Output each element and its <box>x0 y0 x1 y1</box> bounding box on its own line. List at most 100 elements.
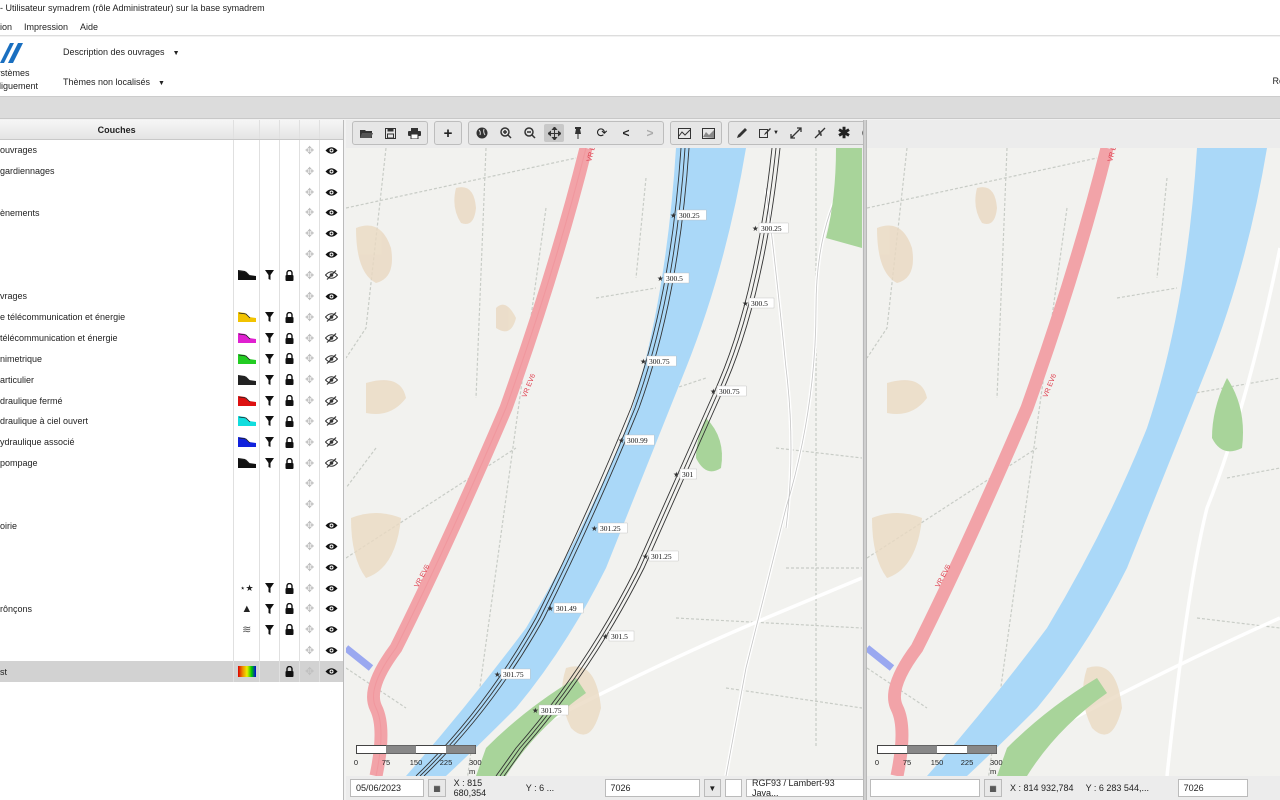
map-canvas-right[interactable]: VR EV6 VR EV6 VR EV6 0 75 150 225 300 m <box>867 148 1280 776</box>
pk-marker-icon[interactable]: ★ <box>532 706 539 715</box>
lock-icon[interactable] <box>279 619 299 641</box>
eye-icon[interactable] <box>319 577 343 599</box>
pk-marker-icon[interactable]: ★ <box>670 211 677 220</box>
epsg-select[interactable]: 7026 <box>604 779 700 797</box>
select-move-icon[interactable]: ✥ <box>299 285 319 307</box>
eye-slash-icon[interactable] <box>319 306 343 328</box>
filter-icon[interactable] <box>259 431 279 453</box>
lock-icon[interactable] <box>279 598 299 620</box>
eye-icon[interactable] <box>319 160 343 182</box>
filter-icon[interactable] <box>259 369 279 391</box>
filter-icon[interactable] <box>259 598 279 620</box>
pk-marker-icon[interactable]: ★ <box>602 632 609 641</box>
select-move-icon[interactable]: ✥ <box>299 348 319 370</box>
epsg-select[interactable]: 7026 <box>1177 779 1248 797</box>
eye-icon[interactable] <box>319 640 343 662</box>
select-move-icon[interactable]: ✥ <box>299 265 319 286</box>
pk-marker-icon[interactable]: ★ <box>742 299 749 308</box>
eye-slash-icon[interactable] <box>319 452 343 474</box>
shrink-icon[interactable] <box>810 124 830 142</box>
select-move-icon[interactable]: ✥ <box>299 556 319 578</box>
save-icon[interactable] <box>380 124 400 142</box>
chevron-down-icon[interactable]: ▼ <box>703 779 721 797</box>
layer-row[interactable]: articulier ✥ <box>0 369 343 391</box>
pk-marker-icon[interactable]: ★ <box>547 604 554 613</box>
layer-row[interactable]: ✥ <box>0 265 343 286</box>
pk-marker-icon[interactable]: ★ <box>642 552 649 561</box>
filter-icon[interactable] <box>259 452 279 474</box>
select-move-icon[interactable]: ✥ <box>299 202 319 224</box>
eye-icon[interactable] <box>319 140 343 161</box>
themes-non-localises-dropdown[interactable]: Thèmes non localisés ▼ <box>63 77 165 87</box>
eye-icon[interactable] <box>319 181 343 203</box>
zoom-in-icon[interactable] <box>496 124 516 142</box>
layer-row[interactable]: ✥ <box>0 556 343 578</box>
eye-icon[interactable] <box>319 202 343 224</box>
eye-slash-icon[interactable] <box>319 410 343 432</box>
select-move-icon[interactable]: ✥ <box>299 181 319 203</box>
layer-row[interactable]: ⋆★ ✥ <box>0 577 343 599</box>
eye-icon[interactable] <box>319 244 343 266</box>
layer-row[interactable]: ✥ <box>0 473 343 495</box>
asterisk-icon[interactable]: ✱ <box>834 124 854 142</box>
pk-marker-icon[interactable]: ★ <box>640 357 647 366</box>
select-move-icon[interactable]: ✥ <box>299 410 319 432</box>
menu-item-aide[interactable]: Aide <box>80 22 98 35</box>
forward-icon[interactable]: > <box>640 124 660 142</box>
select-move-icon[interactable]: ✥ <box>299 515 319 537</box>
eye-slash-icon[interactable] <box>319 265 343 286</box>
zoom-out-icon[interactable] <box>520 124 540 142</box>
filter-icon[interactable] <box>259 577 279 599</box>
lock-icon[interactable] <box>279 577 299 599</box>
layer-row[interactable]: télécommunication et énergie ✥ <box>0 327 343 349</box>
layer-row[interactable]: ydraulique associé ✥ <box>0 431 343 453</box>
eye-icon[interactable] <box>319 556 343 578</box>
open-folder-icon[interactable] <box>356 124 376 142</box>
pin-icon[interactable] <box>568 124 588 142</box>
filter-icon[interactable] <box>259 265 279 286</box>
layer-row[interactable]: vrages ✥ <box>0 285 343 307</box>
select-move-icon[interactable]: ✥ <box>299 160 319 182</box>
date-field[interactable]: 05/06/2023 <box>350 779 425 797</box>
pencil-icon[interactable] <box>732 124 752 142</box>
print-icon[interactable] <box>404 124 424 142</box>
layer-row[interactable]: ouvrages ✥ <box>0 140 343 161</box>
layer-row[interactable]: nimetrique ✥ <box>0 348 343 370</box>
eye-slash-icon[interactable] <box>319 348 343 370</box>
edit-menu-icon[interactable]: ▼ <box>756 124 782 142</box>
layer-row[interactable]: draulique fermé ✥ <box>0 390 343 411</box>
filter-icon[interactable] <box>259 327 279 349</box>
eye-icon[interactable] <box>319 619 343 641</box>
eye-icon[interactable] <box>319 598 343 620</box>
layer-row[interactable]: ✥ <box>0 494 343 516</box>
back-icon[interactable]: < <box>616 124 636 142</box>
select-move-icon[interactable]: ✥ <box>299 369 319 391</box>
layer-row[interactable]: ✥ <box>0 181 343 203</box>
eye-slash-icon[interactable] <box>319 369 343 391</box>
select-move-icon[interactable]: ✥ <box>299 619 319 641</box>
menu-item-partial[interactable]: ion <box>0 22 12 35</box>
lock-icon[interactable] <box>279 369 299 391</box>
filter-icon[interactable] <box>259 306 279 328</box>
calendar-icon[interactable]: ▦ <box>428 779 446 797</box>
pk-marker-icon[interactable]: ★ <box>710 387 717 396</box>
layer-row[interactable]: oirie ✥ <box>0 515 343 537</box>
layer-row[interactable]: ✥ <box>0 223 343 245</box>
expand-icon[interactable] <box>786 124 806 142</box>
globe-icon[interactable] <box>472 124 492 142</box>
layer-row[interactable]: ènements ✥ <box>0 202 343 224</box>
crs-field[interactable]: RGF93 / Lambert-93 Java... <box>746 778 865 798</box>
eye-slash-icon[interactable] <box>319 390 343 411</box>
menu-item-impression[interactable]: Impression <box>24 22 68 35</box>
pan-icon[interactable] <box>544 124 564 142</box>
ribbon-right-label[interactable]: Re <box>1272 76 1280 86</box>
lock-icon[interactable] <box>279 265 299 286</box>
eye-slash-icon[interactable] <box>319 431 343 453</box>
select-move-icon[interactable]: ✥ <box>299 640 319 662</box>
plus-icon[interactable]: + <box>438 124 458 142</box>
select-move-icon[interactable]: ✥ <box>299 661 319 682</box>
lock-icon[interactable] <box>279 410 299 432</box>
refresh-icon[interactable]: ⟳ <box>592 124 612 142</box>
map-canvas-left[interactable]: VR EV6 VR EV6 VR EV6 ★ 300.25 ★ 300.5 ★ 300.7… <box>346 148 862 776</box>
select-move-icon[interactable]: ✥ <box>299 306 319 328</box>
